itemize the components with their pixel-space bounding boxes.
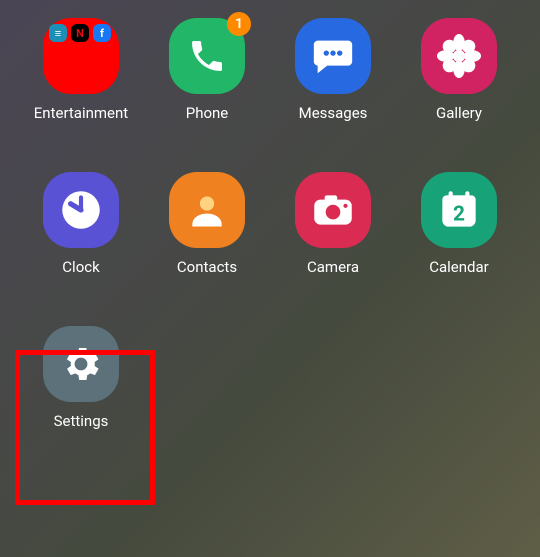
app-grid: ≡ N f Entertainment 1 Phone Messages Gal… (0, 0, 540, 448)
mini-app-3: f (93, 24, 111, 42)
gallery-app[interactable]: Gallery (406, 18, 512, 122)
messages-app[interactable]: Messages (280, 18, 386, 122)
svg-text:2: 2 (453, 202, 465, 226)
settings-app[interactable]: Settings (28, 326, 134, 430)
phone-app[interactable]: 1 Phone (154, 18, 260, 122)
calendar-app[interactable]: 2 Calendar (406, 172, 512, 276)
clock-app[interactable]: Clock (28, 172, 134, 276)
camera-app[interactable]: Camera (280, 172, 386, 276)
phone-badge: 1 (227, 12, 251, 36)
calendar-label: Calendar (429, 258, 489, 276)
entertainment-folder[interactable]: ≡ N f Entertainment (28, 18, 134, 122)
settings-label: Settings (54, 412, 109, 430)
entertainment-label: Entertainment (34, 104, 128, 122)
entertainment-icon: ≡ N f (43, 18, 119, 94)
camera-label: Camera (307, 258, 359, 276)
messages-label: Messages (299, 104, 368, 122)
folder-preview: ≡ N f (49, 24, 111, 42)
phone-label: Phone (186, 104, 229, 122)
gallery-icon (421, 18, 497, 94)
clock-label: Clock (62, 258, 99, 276)
gallery-label: Gallery (436, 104, 482, 122)
mini-app-1: ≡ (49, 24, 67, 42)
calendar-icon: 2 (421, 172, 497, 248)
clock-icon (43, 172, 119, 248)
contacts-label: Contacts (177, 258, 237, 276)
camera-icon (295, 172, 371, 248)
mini-app-2: N (71, 24, 89, 42)
messages-icon (295, 18, 371, 94)
contacts-icon (169, 172, 245, 248)
phone-icon: 1 (169, 18, 245, 94)
contacts-app[interactable]: Contacts (154, 172, 260, 276)
settings-icon (43, 326, 119, 402)
